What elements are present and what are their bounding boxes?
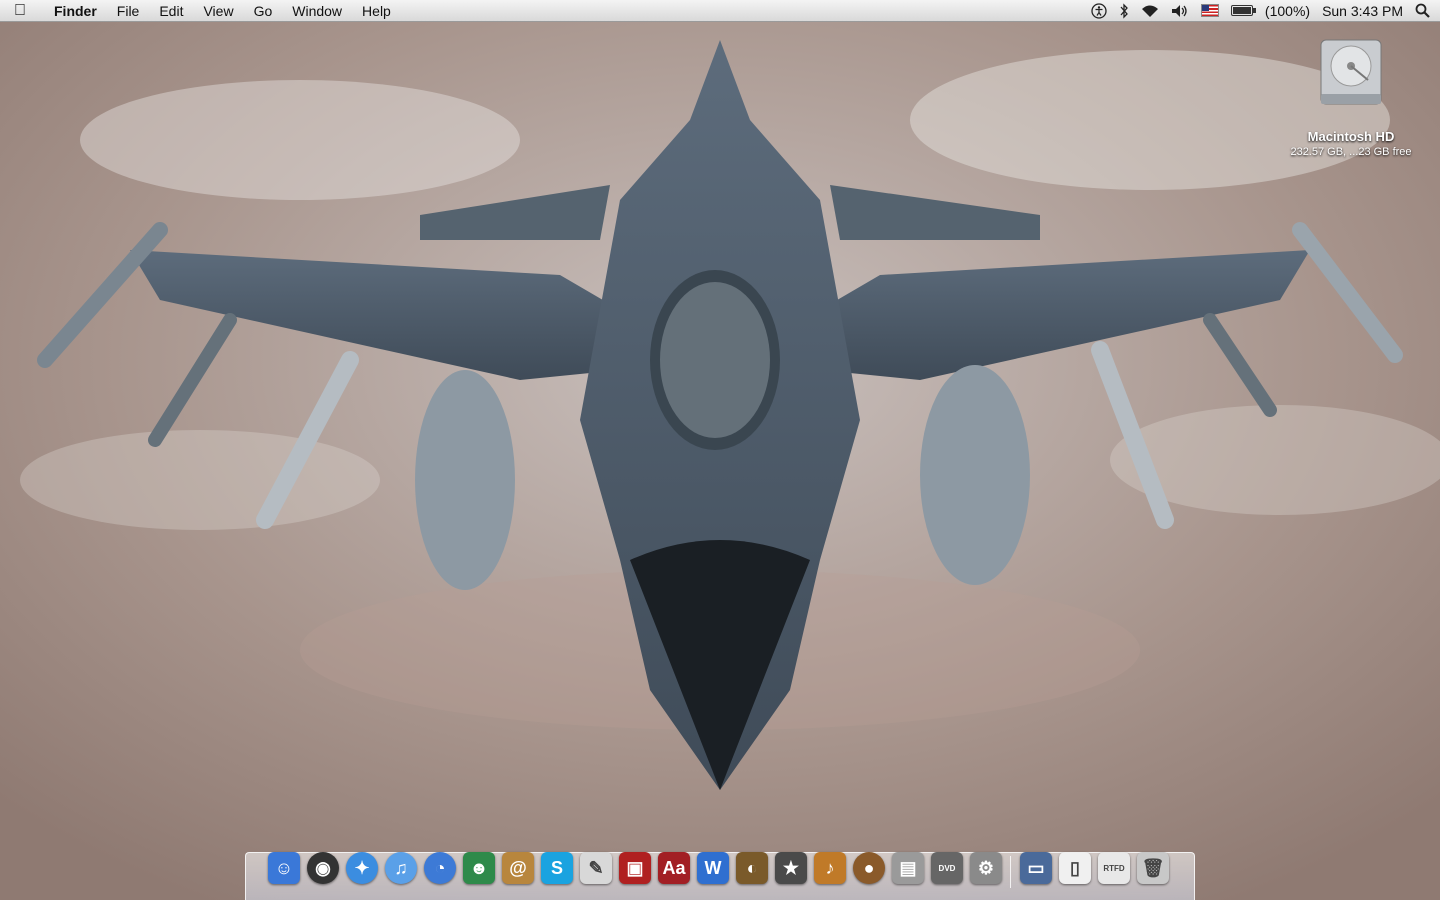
menu-view[interactable]: View xyxy=(193,0,243,22)
dock-address-book[interactable]: @ xyxy=(499,848,537,888)
safari-icon: ✦ xyxy=(346,852,378,884)
pictures-stack-icon: ▭ xyxy=(1020,852,1052,884)
dictionary-icon: Aa xyxy=(658,852,690,884)
accessibility-icon[interactable] xyxy=(1091,0,1107,22)
document-icon: ▯ xyxy=(1059,852,1091,884)
dock-image-capture[interactable]: ▤ xyxy=(889,848,927,888)
itunes-icon: ♫ xyxy=(385,852,417,884)
dock-garageband[interactable]: ♪ xyxy=(811,848,849,888)
iphoto-icon: ◐ xyxy=(736,852,768,884)
menu-file[interactable]: File xyxy=(107,0,150,22)
dock-skype[interactable]: S xyxy=(538,848,576,888)
menu-help[interactable]: Help xyxy=(352,0,401,22)
dock-system-preferences[interactable]: ⚙ xyxy=(967,848,1005,888)
dock-textedit[interactable]: ✎ xyxy=(577,848,615,888)
dock-finder[interactable]: ☺ xyxy=(265,848,303,888)
garageband-icon: ♪ xyxy=(814,852,846,884)
dock-pictures-stack[interactable]: ▭ xyxy=(1017,848,1055,888)
dashboard-icon: ◉ xyxy=(307,852,339,884)
battery-percentage: (100%) xyxy=(1264,2,1311,19)
spotlight-search-icon[interactable] xyxy=(1415,0,1430,22)
dock-dashboard[interactable]: ◉ xyxy=(304,848,342,888)
skype-icon: S xyxy=(541,852,573,884)
image-capture-icon: ▤ xyxy=(892,852,924,884)
textedit-icon: ✎ xyxy=(580,852,612,884)
dvd-player-icon: DVD xyxy=(931,852,963,884)
wifi-icon[interactable] xyxy=(1141,0,1159,22)
dock-word[interactable]: W xyxy=(694,848,732,888)
rtfd-document-icon: RTFD xyxy=(1098,852,1130,884)
address-book-icon: @ xyxy=(502,852,534,884)
dock-items: ☺ ◉ ✦ ♫ ◔ ☻ @ S ✎ ▣ Aa W ◐ ★ ♪ ● ▤ DVD ⚙ ▭ ▯ RTFD 🗑 xyxy=(265,848,1172,888)
buddies-icon: ☻ xyxy=(463,852,495,884)
desktop-wallpaper xyxy=(0,0,1440,900)
hd-label: Macintosh HD xyxy=(1307,129,1395,144)
dock-imovie[interactable]: ★ xyxy=(772,848,810,888)
dock-separator xyxy=(1006,848,1016,888)
photo-booth-icon: ▣ xyxy=(619,852,651,884)
menu-app-finder[interactable]: Finder xyxy=(40,0,107,22)
dock-safari[interactable]: ✦ xyxy=(343,848,381,888)
hd-capacity-info: 232.57 GB, ...23 GB free xyxy=(1290,146,1412,158)
dock-photo-booth[interactable]: ▣ xyxy=(616,848,654,888)
system-preferences-icon: ⚙ xyxy=(970,852,1002,884)
ichat-icon: ◔ xyxy=(424,852,456,884)
dock-iphoto[interactable]: ◐ xyxy=(733,848,771,888)
dock-coconut[interactable]: ● xyxy=(850,848,888,888)
volume-icon[interactable] xyxy=(1171,0,1189,22)
us-flag-icon[interactable] xyxy=(1200,0,1219,22)
menu-edit[interactable]: Edit xyxy=(149,0,193,22)
trash-icon: 🗑 xyxy=(1137,852,1169,884)
dock-document[interactable]: ▯ xyxy=(1056,848,1094,888)
dock-buddies[interactable]: ☻ xyxy=(460,848,498,888)
apple-menu-icon[interactable]:  xyxy=(0,2,40,20)
bluetooth-icon[interactable] xyxy=(1119,0,1129,22)
dock-ichat[interactable]: ◔ xyxy=(421,848,459,888)
hard-drive-icon xyxy=(1320,39,1382,105)
coconut-icon: ● xyxy=(853,852,885,884)
dock-rtfd-document[interactable]: RTFD xyxy=(1095,848,1133,888)
menu-clock[interactable]: Sun 3:43 PM xyxy=(1322,3,1403,19)
imovie-icon: ★ xyxy=(775,852,807,884)
dock-trash[interactable]: 🗑 xyxy=(1134,848,1172,888)
dock-dictionary[interactable]: Aa xyxy=(655,848,693,888)
battery-icon[interactable] xyxy=(1230,0,1256,22)
dock-itunes[interactable]: ♫ xyxy=(382,848,420,888)
macintosh-hd-icon[interactable]: Macintosh HD 232.57 GB, ...23 GB free xyxy=(1276,38,1426,158)
finder-icon: ☺ xyxy=(268,852,300,884)
word-icon: W xyxy=(697,852,729,884)
menu-go[interactable]: Go xyxy=(244,0,283,22)
menu-bar:  Finder File Edit View Go Window Help (… xyxy=(0,0,1440,22)
dock-dvd-player[interactable]: DVD xyxy=(928,848,966,888)
menu-window[interactable]: Window xyxy=(282,0,352,22)
